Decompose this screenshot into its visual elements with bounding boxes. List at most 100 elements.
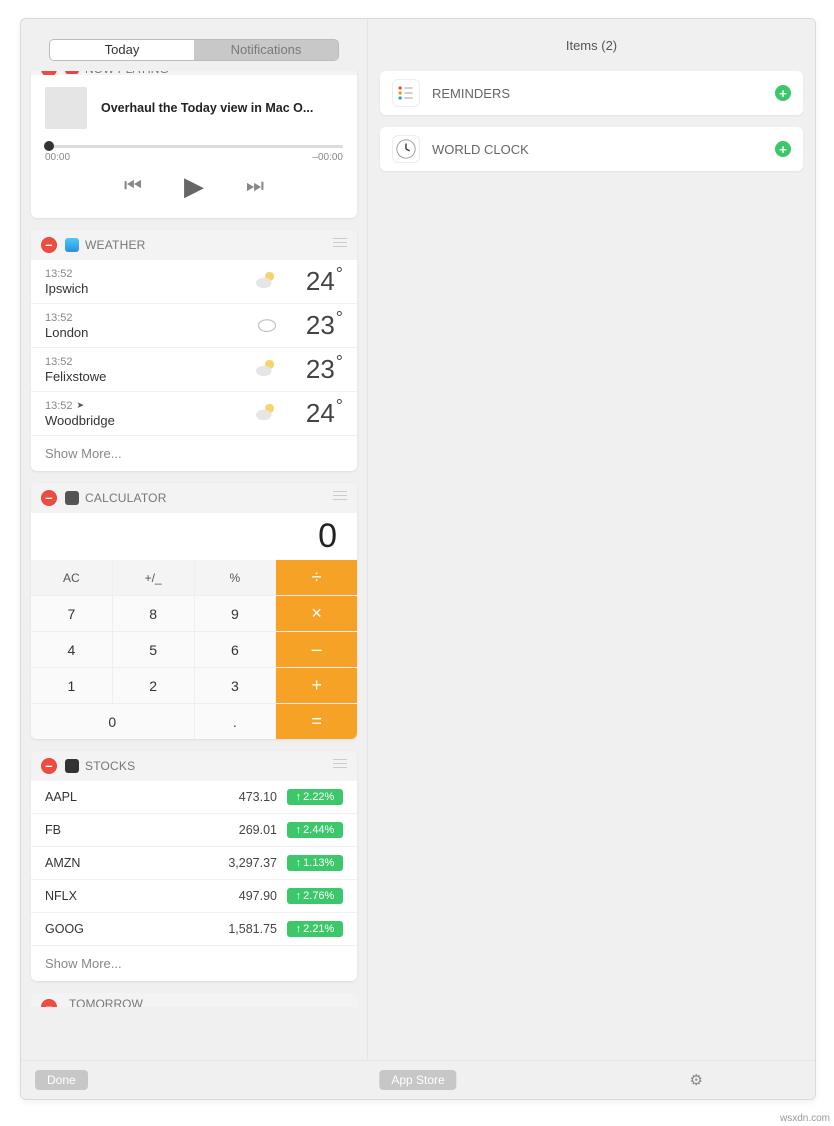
play-icon[interactable]: ▶ (184, 171, 204, 202)
weather-row[interactable]: 13:52 Felixstowe 23° (31, 348, 357, 392)
calc-key-9[interactable]: 9 (195, 596, 276, 631)
remove-icon[interactable] (41, 237, 57, 253)
up-arrow-icon: ↑ (296, 923, 302, 935)
rewind-icon[interactable]: ⏮ (124, 175, 142, 198)
stocks-widget: STOCKS AAPL 473.10 ↑2.22% FB 269.01 ↑2.4… (31, 751, 357, 981)
show-more-button[interactable]: Show More... (31, 436, 357, 471)
now-playing-title: NOW PLAYING (85, 71, 169, 75)
weather-time: 13:52 (45, 312, 251, 324)
weather-row[interactable]: 13:52 ➤ Woodbridge 24° (31, 392, 357, 436)
calc-key-equals[interactable]: = (276, 704, 357, 739)
available-item-reminders[interactable]: REMINDERS + (380, 71, 803, 115)
stock-symbol: GOOG (45, 922, 207, 936)
calc-key-multiply[interactable]: × (276, 596, 357, 631)
weather-widget: WEATHER 13:52 Ipswich 24° (31, 230, 357, 471)
weather-time: 13:52 ➤ (45, 400, 251, 412)
weather-time: 13:52 (45, 356, 251, 368)
remove-icon[interactable] (41, 999, 57, 1007)
remove-icon[interactable] (41, 490, 57, 506)
calc-key-plusminus[interactable]: +/_ (113, 560, 194, 595)
stock-price: 3,297.37 (207, 856, 277, 870)
clock-icon (392, 135, 420, 163)
drag-handle-icon[interactable] (333, 759, 347, 771)
calc-key-3[interactable]: 3 (195, 668, 276, 703)
partly-cloudy-icon (251, 356, 283, 384)
widgets-scroll[interactable]: NOW PLAYING Overhaul the Today view in M… (21, 71, 367, 1060)
drag-handle-icon[interactable] (333, 491, 347, 503)
calc-key-percent[interactable]: % (195, 560, 276, 595)
time-elapsed: 00:00 (45, 152, 70, 163)
reminders-icon (392, 79, 420, 107)
calc-key-subtract[interactable]: – (276, 632, 357, 667)
forward-icon[interactable]: ⏭ (246, 175, 264, 198)
tab-notifications[interactable]: Notifications (194, 40, 338, 60)
widgets-pane: Today Notifications NOW PLAYING (21, 19, 368, 1060)
weather-icon (65, 238, 79, 252)
weather-city: Felixstowe (45, 369, 251, 384)
show-more-button[interactable]: Show More... (31, 946, 357, 981)
tomorrow-widget-header: TOMORROW (31, 993, 357, 1007)
remove-icon[interactable] (41, 758, 57, 774)
calc-key-4[interactable]: 4 (31, 632, 112, 667)
weather-temp: 23° (289, 354, 343, 385)
watermark: wsxdn.com (780, 1113, 830, 1124)
calc-key-6[interactable]: 6 (195, 632, 276, 667)
drag-handle-icon[interactable] (333, 71, 347, 74)
calc-key-dot[interactable]: . (195, 704, 276, 739)
drag-handle-icon[interactable] (333, 238, 347, 250)
stock-row[interactable]: AAPL 473.10 ↑2.22% (31, 781, 357, 814)
stock-change-badge: ↑2.76% (287, 888, 343, 904)
available-item-label: WORLD CLOCK (432, 142, 529, 157)
calc-key-0[interactable]: 0 (31, 704, 194, 739)
remove-icon[interactable] (41, 71, 57, 75)
calc-key-ac[interactable]: AC (31, 560, 112, 595)
app-store-button[interactable]: App Store (379, 1070, 456, 1090)
notification-center-window: Today Notifications NOW PLAYING (20, 18, 816, 1100)
stock-change-badge: ↑2.22% (287, 789, 343, 805)
weather-temp: 23° (289, 310, 343, 341)
stock-price: 497.90 (207, 889, 277, 903)
scrubber-knob-icon[interactable] (44, 141, 54, 151)
calc-key-divide[interactable]: ÷ (276, 560, 357, 595)
weather-row[interactable]: 13:52 Ipswich 24° (31, 260, 357, 304)
calc-display: 0 (31, 513, 357, 560)
stock-row[interactable]: FB 269.01 ↑2.44% (31, 814, 357, 847)
weather-temp: 24° (289, 398, 343, 429)
stock-row[interactable]: NFLX 497.90 ↑2.76% (31, 880, 357, 913)
weather-time: 13:52 (45, 268, 251, 280)
calc-key-add[interactable]: + (276, 668, 357, 703)
now-playing-widget: NOW PLAYING Overhaul the Today view in M… (31, 71, 357, 218)
available-item-label: REMINDERS (432, 86, 510, 101)
calculator-icon (65, 491, 79, 505)
stock-change-badge: ↑2.44% (287, 822, 343, 838)
partly-cloudy-icon (251, 268, 283, 296)
stock-change-badge: ↑2.21% (287, 921, 343, 937)
weather-temp: 24° (289, 266, 343, 297)
stock-row[interactable]: AMZN 3,297.37 ↑1.13% (31, 847, 357, 880)
up-arrow-icon: ↑ (296, 824, 302, 836)
add-icon[interactable]: + (775, 85, 791, 101)
tab-today[interactable]: Today (50, 40, 194, 60)
available-item-worldclock[interactable]: WORLD CLOCK + (380, 127, 803, 171)
stock-change-badge: ↑1.13% (287, 855, 343, 871)
add-icon[interactable]: + (775, 141, 791, 157)
calculator-widget: CALCULATOR 0 AC +/_ % ÷ 7 8 9 × 4 (31, 483, 357, 739)
calc-key-1[interactable]: 1 (31, 668, 112, 703)
now-playing-header: NOW PLAYING (31, 71, 357, 75)
items-title: Items (2) (368, 19, 815, 71)
calc-key-8[interactable]: 8 (113, 596, 194, 631)
calc-key-7[interactable]: 7 (31, 596, 112, 631)
weather-row[interactable]: 13:52 London 23° (31, 304, 357, 348)
gear-icon[interactable]: ⚙ (690, 1071, 703, 1089)
done-button[interactable]: Done (35, 1070, 88, 1090)
playback-slider[interactable] (45, 145, 343, 148)
up-arrow-icon: ↑ (296, 791, 302, 803)
album-art (45, 87, 87, 129)
stock-symbol: NFLX (45, 889, 207, 903)
calc-key-5[interactable]: 5 (113, 632, 194, 667)
stock-symbol: FB (45, 823, 207, 837)
stock-row[interactable]: GOOG 1,581.75 ↑2.21% (31, 913, 357, 946)
location-icon: ➤ (77, 400, 85, 411)
calc-key-2[interactable]: 2 (113, 668, 194, 703)
weather-city: London (45, 325, 251, 340)
